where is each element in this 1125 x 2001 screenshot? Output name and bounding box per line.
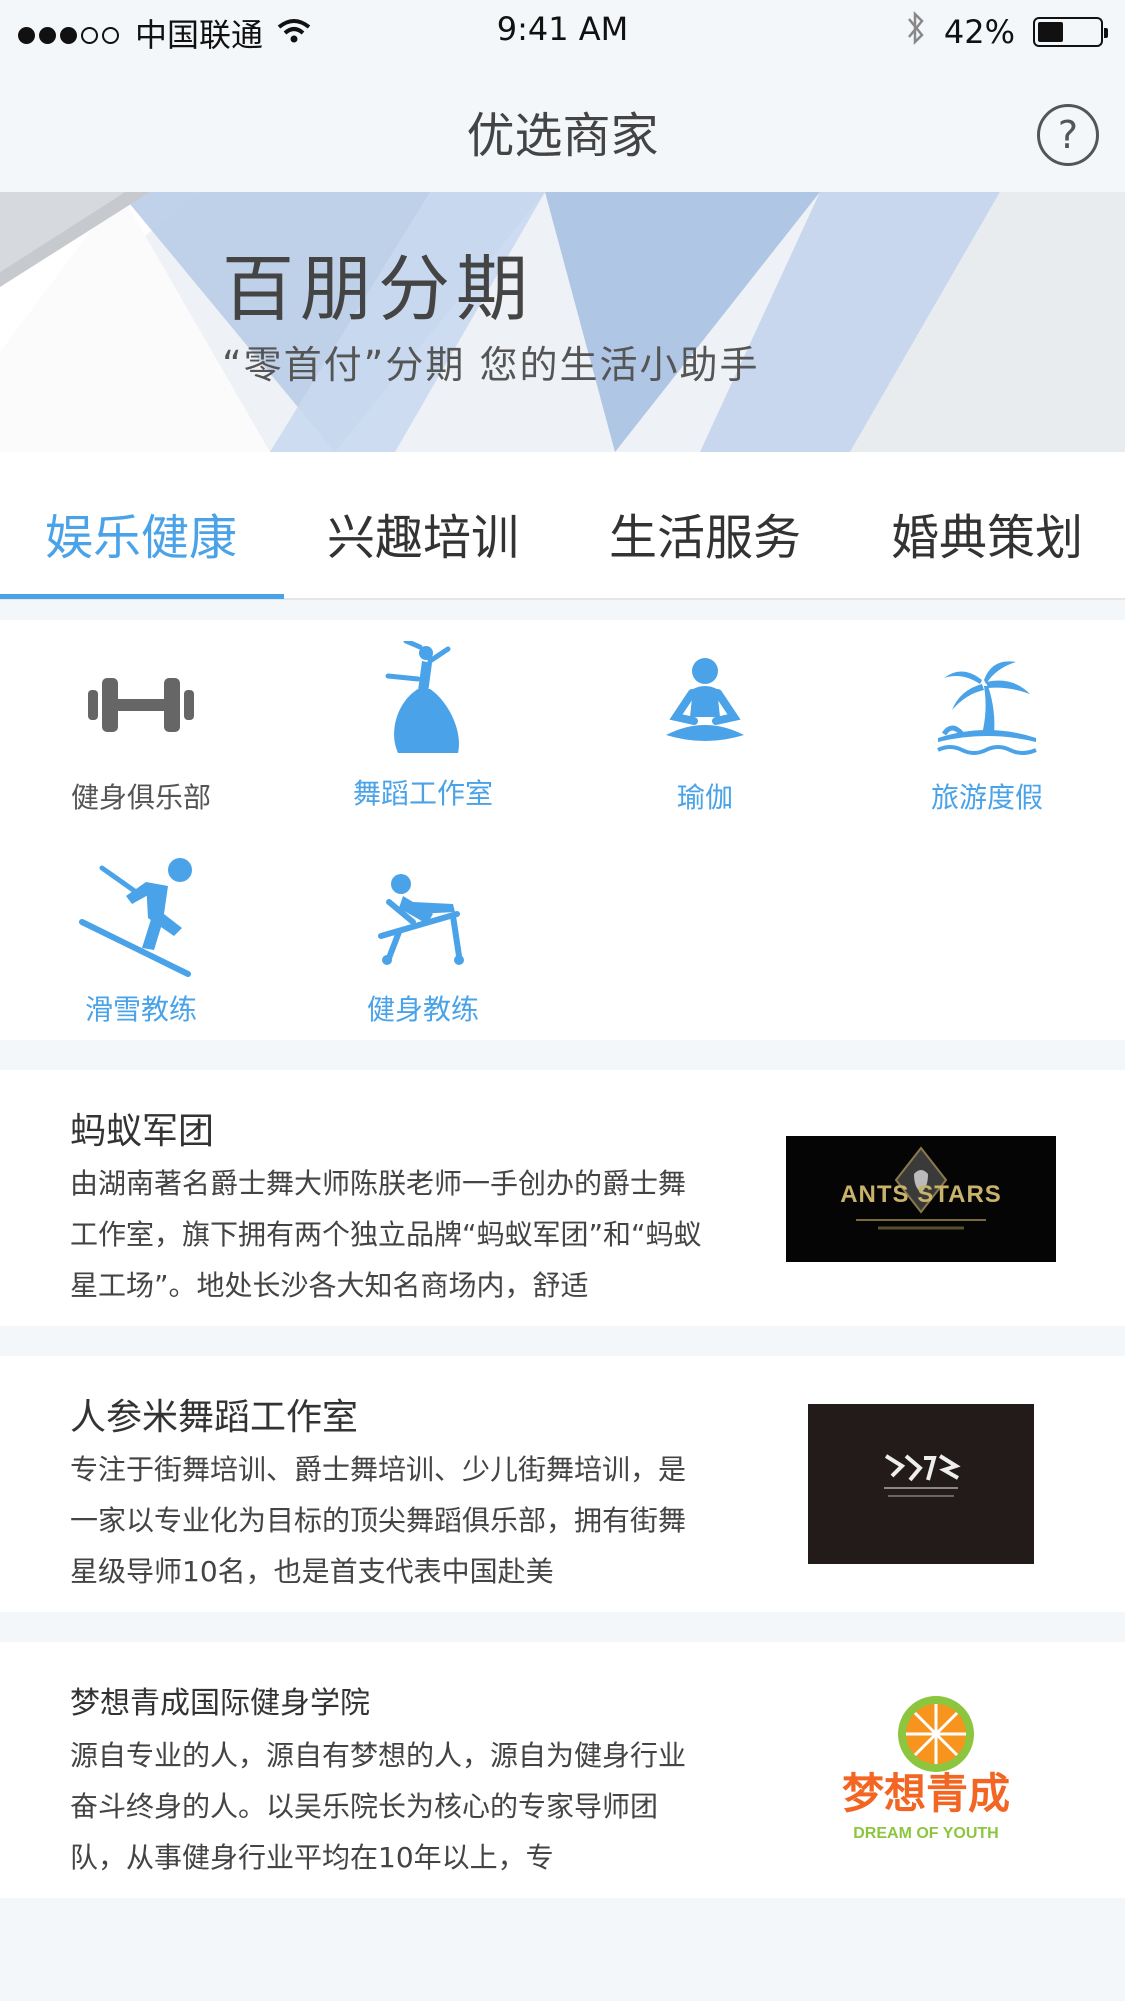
battery-percent: 42% <box>943 13 1015 51</box>
merchant-name: 梦想青成国际健身学院 <box>70 1686 370 1721</box>
dancer-icon <box>282 636 564 766</box>
category-yoga[interactable]: 瑜伽 <box>564 640 846 816</box>
promo-banner[interactable]: 百朋分期 “零首付”分期 您的生活小助手 <box>0 192 1125 452</box>
category-label: 健身教练 <box>366 993 479 1026</box>
category-fitness-coach[interactable]: 健身教练 <box>282 852 564 1028</box>
bluetooth-icon <box>906 10 926 54</box>
merchant-logo: 梦想青成 DREAM OF YOUTH <box>826 1692 1036 1852</box>
merchant-name: 蚂蚁军团 <box>70 1111 215 1152</box>
skier-icon <box>0 852 282 982</box>
category-grid: 健身俱乐部 舞蹈工作室 瑜伽 旅游度假 滑雪教练 健身教练 <box>0 620 1125 1040</box>
tab-life-services[interactable]: 生活服务 <box>564 498 846 568</box>
tab-active-indicator <box>0 594 284 599</box>
yoga-icon <box>564 640 846 770</box>
category-travel-vacation[interactable]: 旅游度假 <box>846 640 1125 816</box>
merchant-card[interactable]: 蚂蚁军团 由湖南著名爵士舞大师陈朕老师一手创办的爵士舞工作室，旗下拥有两个独立品… <box>0 1070 1125 1326</box>
category-ski-coach[interactable]: 滑雪教练 <box>0 852 282 1028</box>
banner-headline: 百朋分期 <box>222 247 535 331</box>
merchant-logo-text: 梦想青成 <box>842 1770 1010 1817</box>
page-title: 优选商家 <box>466 108 659 164</box>
battery-fill <box>1038 22 1063 42</box>
merchant-description: 专注于街舞培训、爵士舞培训、少儿街舞培训，是一家以专业化为目标的顶尖舞蹈俱乐部，… <box>70 1453 687 1588</box>
tab-entertainment-health[interactable]: 娱乐健康 <box>0 498 282 568</box>
help-button[interactable]: ? <box>1037 104 1099 166</box>
merchant-card[interactable]: 梦想青成国际健身学院 源自专业的人，源自有梦想的人，源自为健身行业奋斗终身的人。… <box>0 1642 1125 1898</box>
merchant-card[interactable]: 人参米舞蹈工作室 专注于街舞培训、爵士舞培训、少儿街舞培训，是一家以专业化为目标… <box>0 1356 1125 1612</box>
merchant-logo: ANTS STARS <box>786 1136 1056 1262</box>
dumbbell-icon <box>0 640 282 770</box>
category-label: 健身俱乐部 <box>70 781 211 814</box>
category-tabs: 娱乐健康 兴趣培训 生活服务 婚典策划 <box>0 452 1125 600</box>
category-label: 瑜伽 <box>676 781 733 814</box>
category-label: 旅游度假 <box>930 781 1043 814</box>
tab-interest-training[interactable]: 兴趣培训 <box>282 498 564 568</box>
banner-subtitle: “零首付”分期 您的生活小助手 <box>222 343 760 387</box>
bench-press-icon <box>282 852 564 982</box>
category-gym-club[interactable]: 健身俱乐部 <box>0 640 282 816</box>
category-dance-studio[interactable]: 舞蹈工作室 <box>282 636 564 812</box>
merchant-logo <box>808 1404 1034 1564</box>
status-bar: 中国联通 9:41 AM 42% <box>0 0 1125 64</box>
battery-icon <box>1033 17 1108 47</box>
merchant-description: 由湖南著名爵士舞大师陈朕老师一手创办的爵士舞工作室，旗下拥有两个独立品牌“蚂蚁军… <box>70 1167 702 1302</box>
category-label: 舞蹈工作室 <box>352 777 493 810</box>
merchant-name: 人参米舞蹈工作室 <box>70 1397 359 1438</box>
merchant-logo-text: ANTS STARS <box>840 1181 1002 1208</box>
category-label: 滑雪教练 <box>84 993 197 1026</box>
banner-graphic <box>0 192 1125 452</box>
palm-island-icon <box>846 640 1125 770</box>
merchant-logo-subtext: DREAM OF YOUTH <box>853 1825 998 1842</box>
merchant-description: 源自专业的人，源自有梦想的人，源自为健身行业奋斗终身的人。以吴乐院长为核心的专家… <box>70 1739 687 1874</box>
tab-wedding-planning[interactable]: 婚典策划 <box>846 498 1125 568</box>
nav-bar: 优选商家 ? <box>0 64 1125 192</box>
